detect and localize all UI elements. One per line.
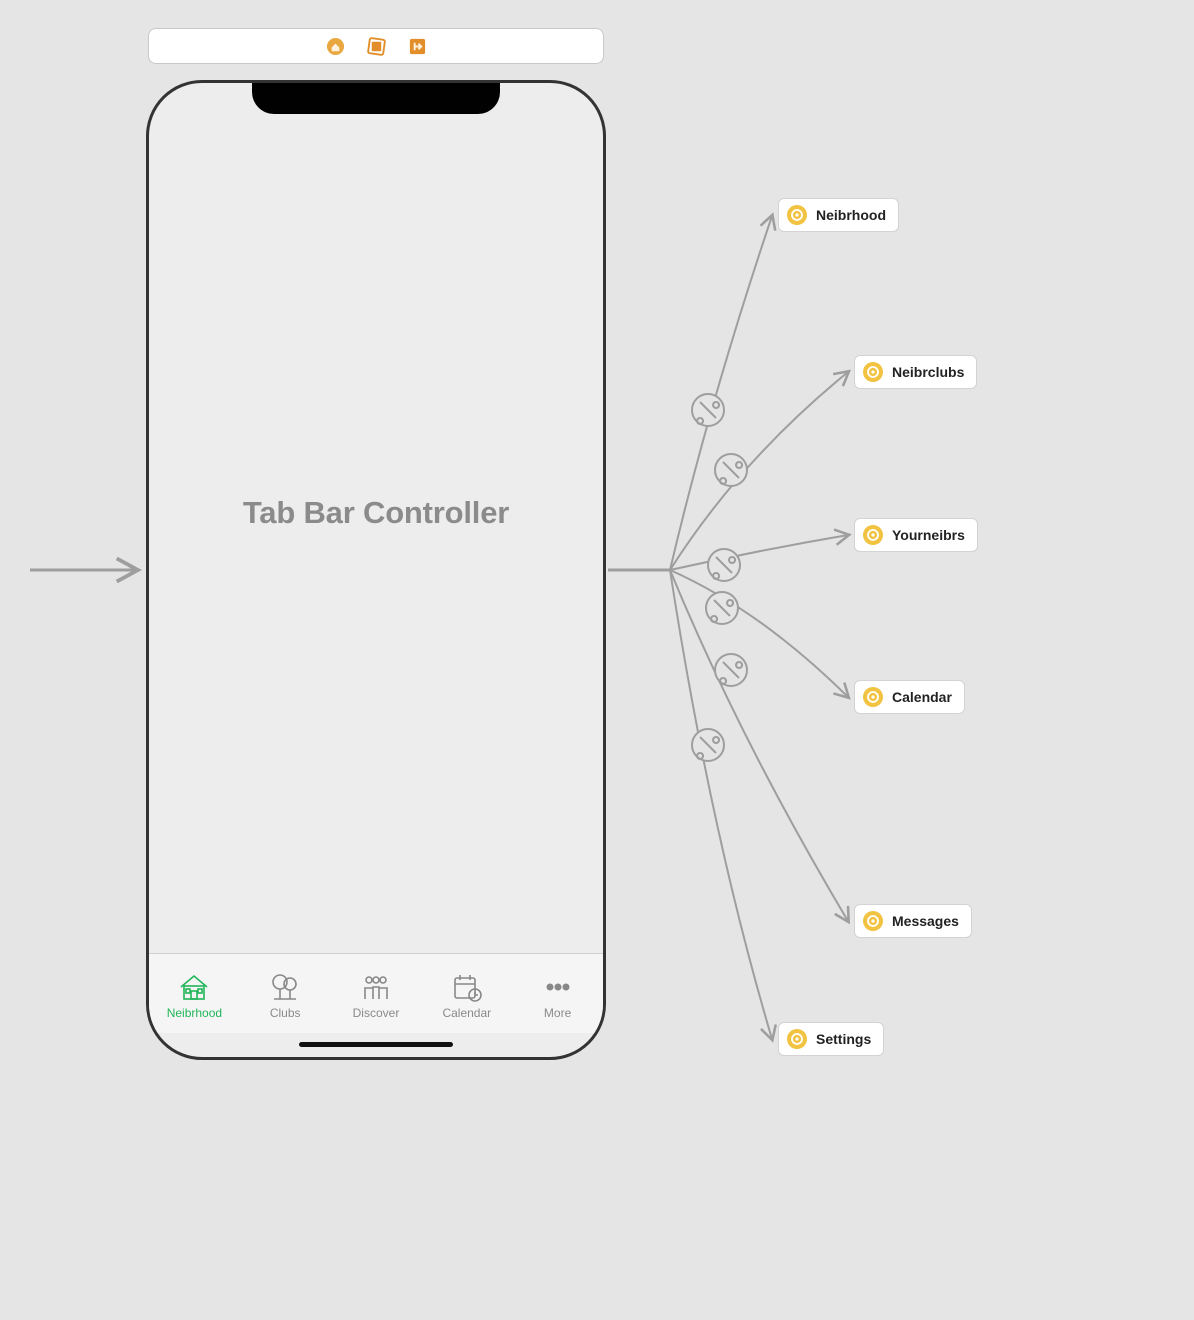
more-icon bbox=[541, 972, 575, 1002]
tab-neibrhood[interactable]: Neibrhood bbox=[149, 972, 240, 1020]
chip-label: Yourneibrs bbox=[892, 527, 965, 543]
chip-label: Settings bbox=[816, 1031, 871, 1047]
destination-neibrhood[interactable]: Neibrhood bbox=[778, 198, 899, 232]
controller-icon bbox=[863, 911, 883, 931]
exit-icon[interactable] bbox=[408, 37, 427, 56]
tab-label: Clubs bbox=[270, 1006, 301, 1020]
destination-messages[interactable]: Messages bbox=[854, 904, 972, 938]
scene-title: Tab Bar Controller bbox=[149, 83, 603, 943]
destination-yourneibrs[interactable]: Yourneibrs bbox=[854, 518, 978, 552]
people-icon bbox=[359, 972, 393, 1002]
controller-icon bbox=[787, 205, 807, 225]
controller-icon bbox=[863, 525, 883, 545]
destination-calendar[interactable]: Calendar bbox=[854, 680, 965, 714]
first-responder-icon[interactable] bbox=[367, 37, 386, 56]
tab-discover[interactable]: Discover bbox=[331, 972, 422, 1020]
controller-icon bbox=[863, 362, 883, 382]
tab-label: Discover bbox=[353, 1006, 400, 1020]
destination-settings[interactable]: Settings bbox=[778, 1022, 884, 1056]
tab-label: More bbox=[544, 1006, 571, 1020]
tab-bar: Neibrhood Clubs bbox=[149, 953, 603, 1033]
scene-toolbar bbox=[148, 28, 604, 64]
chip-label: Calendar bbox=[892, 689, 952, 705]
home-indicator bbox=[299, 1042, 453, 1047]
segue-badge bbox=[692, 394, 747, 761]
controller-icon bbox=[863, 687, 883, 707]
chip-label: Messages bbox=[892, 913, 959, 929]
destination-neibrclubs[interactable]: Neibrclubs bbox=[854, 355, 977, 389]
tab-bar-controller-scene[interactable]: Tab Bar Controller Neibrhood bbox=[146, 80, 606, 1060]
tab-label: Neibrhood bbox=[167, 1006, 222, 1020]
tab-clubs[interactable]: Clubs bbox=[240, 972, 331, 1020]
house-icon bbox=[177, 972, 211, 1002]
storyboard-entry-icon[interactable] bbox=[326, 37, 345, 56]
tree-icon bbox=[268, 972, 302, 1002]
calendar-icon bbox=[450, 972, 484, 1002]
tab-more[interactable]: More bbox=[512, 972, 603, 1020]
tab-calendar[interactable]: Calendar bbox=[421, 972, 512, 1020]
tab-label: Calendar bbox=[442, 1006, 491, 1020]
chip-label: Neibrhood bbox=[816, 207, 886, 223]
chip-label: Neibrclubs bbox=[892, 364, 964, 380]
controller-icon bbox=[787, 1029, 807, 1049]
